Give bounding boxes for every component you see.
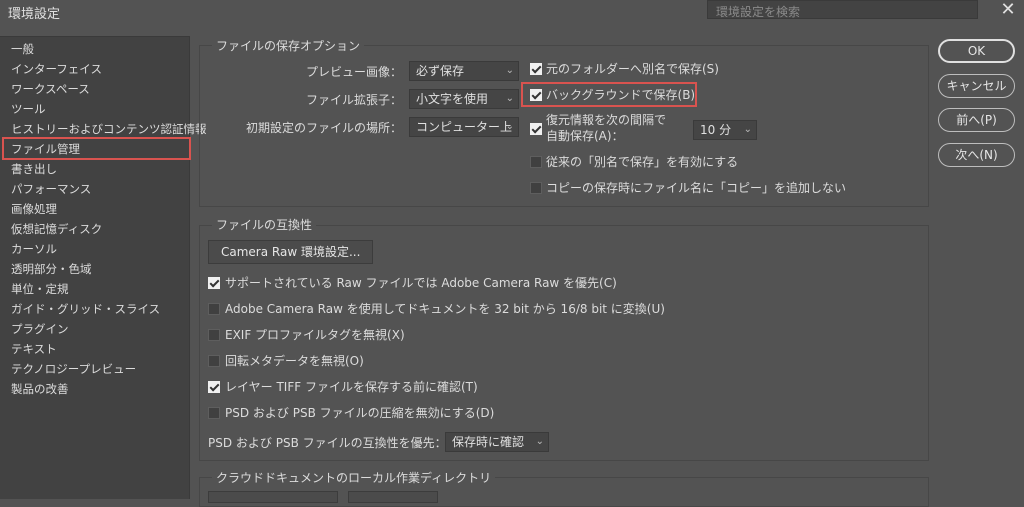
tiff-confirm-checkbox[interactable] bbox=[208, 381, 220, 393]
save-as-original-checkbox[interactable] bbox=[530, 63, 542, 75]
extension-select[interactable]: 小文字を使用 ⌄ bbox=[409, 89, 519, 109]
autosave-label-line1: 復元情報を次の間隔で bbox=[546, 113, 667, 127]
sidebar-item-guides[interactable]: ガイド・グリッド・スライス bbox=[11, 300, 160, 318]
next-button[interactable]: 次へ(N) bbox=[938, 143, 1015, 167]
extension-value: 小文字を使用 bbox=[416, 92, 489, 106]
disable-compression-label: PSD および PSB ファイルの圧縮を無効にする(D) bbox=[225, 406, 495, 420]
cancel-button[interactable]: キャンセル bbox=[938, 74, 1015, 98]
location-value: コンピューター上 bbox=[416, 120, 513, 134]
autosave-interval-select[interactable]: 10 分 ⌄ bbox=[693, 120, 757, 140]
sidebar-item-history[interactable]: ヒストリーおよびコンテンツ認証情報 bbox=[11, 120, 207, 138]
psd-compat-label: PSD および PSB ファイルの互換性を優先： bbox=[208, 436, 447, 450]
cloud-button-1[interactable] bbox=[208, 491, 338, 503]
sidebar-item-general[interactable]: 一般 bbox=[11, 40, 34, 58]
chevron-down-icon: ⌄ bbox=[505, 65, 514, 76]
sidebar-item-export[interactable]: 書き出し bbox=[11, 160, 57, 178]
autosave-label-line2: 自動保存(A)： bbox=[546, 129, 624, 143]
copy-suffix-checkbox[interactable] bbox=[530, 182, 542, 194]
sidebar-item-image-processing[interactable]: 画像処理 bbox=[11, 200, 57, 218]
ignore-exif-checkbox[interactable] bbox=[208, 329, 220, 341]
autosave-checkbox[interactable] bbox=[530, 123, 542, 135]
title-bar: 環境設定 環境設定を検索 ✕ bbox=[0, 0, 1024, 22]
sidebar-item-performance[interactable]: パフォーマンス bbox=[11, 180, 91, 198]
sidebar-item-scratch-disks[interactable]: 仮想記憶ディスク bbox=[11, 220, 102, 238]
category-sidebar: 一般 インターフェイス ワークスペース ツール ヒストリーおよびコンテンツ認証情… bbox=[0, 36, 207, 499]
chevron-down-icon: ⌄ bbox=[505, 121, 514, 132]
location-select[interactable]: コンピューター上 ⌄ bbox=[409, 117, 519, 137]
sidebar-item-interface[interactable]: インターフェイス bbox=[11, 60, 102, 78]
sidebar-item-tools[interactable]: ツール bbox=[11, 100, 46, 118]
cloud-title: クラウドドキュメントのローカル作業ディレクトリ bbox=[212, 469, 496, 486]
chevron-down-icon: ⌄ bbox=[505, 93, 514, 104]
save-as-original-label: 元のフォルダーへ別名で保存(S) bbox=[546, 62, 719, 76]
acr-convert-label: Adobe Camera Raw を使用してドキュメントを 32 bit から … bbox=[225, 302, 665, 316]
ignore-rotation-label: 回転メタデータを無視(O) bbox=[225, 354, 364, 368]
sidebar-item-tech-previews[interactable]: テクノロジープレビュー bbox=[11, 360, 136, 378]
sidebar-item-plugins[interactable]: プラグイン bbox=[11, 320, 69, 338]
copy-suffix-label: コピーの保存時にファイル名に「コピー」を追加しない bbox=[546, 181, 847, 195]
background-save-label: バックグラウンドで保存(B) bbox=[546, 88, 696, 102]
prefer-acr-checkbox[interactable] bbox=[208, 277, 220, 289]
window-title: 環境設定 bbox=[8, 7, 61, 22]
prefer-acr-label: サポートされている Raw ファイルでは Adobe Camera Raw を優… bbox=[225, 276, 617, 290]
chevron-down-icon: ⌄ bbox=[743, 124, 752, 135]
search-input[interactable]: 環境設定を検索 bbox=[707, 0, 978, 19]
legacy-save-as-label: 従来の「別名で保存」を有効にする bbox=[546, 155, 739, 169]
autosave-interval-value: 10 分 bbox=[700, 123, 732, 137]
close-icon[interactable]: ✕ bbox=[998, 0, 1018, 20]
legacy-save-as-checkbox[interactable] bbox=[530, 156, 542, 168]
sidebar-item-transparency[interactable]: 透明部分・色域 bbox=[11, 260, 92, 278]
sidebar-item-product-improvement[interactable]: 製品の改善 bbox=[11, 380, 69, 398]
sidebar-item-units[interactable]: 単位・定規 bbox=[11, 280, 69, 298]
tiff-confirm-label: レイヤー TIFF ファイルを保存する前に確認(T) bbox=[225, 380, 478, 394]
save-options-title: ファイルの保存オプション bbox=[212, 37, 365, 54]
chevron-down-icon: ⌄ bbox=[535, 436, 544, 447]
cloud-button-2[interactable] bbox=[348, 491, 438, 503]
prev-button[interactable]: 前へ(P) bbox=[938, 108, 1015, 132]
ignore-rotation-checkbox[interactable] bbox=[208, 355, 220, 367]
disable-compression-checkbox[interactable] bbox=[208, 407, 220, 419]
psd-compat-select[interactable]: 保存時に確認 ⌄ bbox=[445, 432, 549, 452]
acr-convert-checkbox[interactable] bbox=[208, 303, 220, 315]
sidebar-item-cursors[interactable]: カーソル bbox=[11, 240, 57, 258]
sidebar-item-type[interactable]: テキスト bbox=[11, 340, 57, 358]
preview-label: プレビュー画像： bbox=[305, 65, 402, 79]
location-label: 初期設定のファイルの場所： bbox=[245, 121, 402, 135]
compat-title: ファイルの互換性 bbox=[212, 216, 317, 233]
psd-compat-value: 保存時に確認 bbox=[452, 435, 525, 449]
preview-value: 必ず保存 bbox=[416, 64, 465, 78]
sidebar-item-workspace[interactable]: ワークスペース bbox=[11, 80, 90, 98]
ignore-exif-label: EXIF プロファイルタグを無視(X) bbox=[225, 328, 405, 342]
selection-highlight bbox=[2, 137, 191, 160]
ok-button[interactable]: OK bbox=[938, 39, 1015, 63]
camera-raw-prefs-button[interactable]: Camera Raw 環境設定... bbox=[208, 240, 374, 264]
background-save-checkbox[interactable] bbox=[530, 89, 542, 101]
preview-select[interactable]: 必ず保存 ⌄ bbox=[409, 61, 519, 81]
extension-label: ファイル拡張子： bbox=[305, 93, 402, 107]
